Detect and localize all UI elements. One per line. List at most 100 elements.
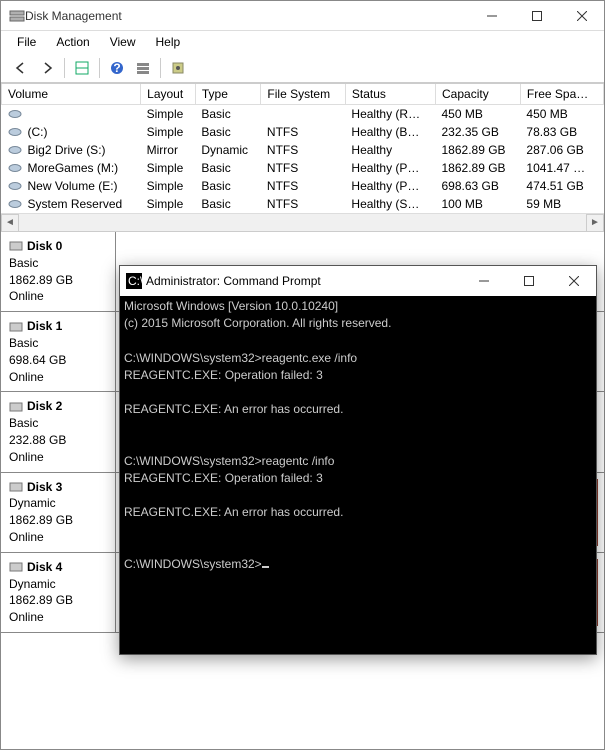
menu-file[interactable]: File [9, 33, 44, 51]
volume-status: Healthy (R… [345, 105, 435, 124]
toolbar: ? [1, 53, 604, 83]
disk-size: 698.64 GB [9, 352, 107, 369]
volume-row[interactable]: Big2 Drive (S:)MirrorDynamicNTFSHealthy1… [2, 141, 604, 159]
col-free[interactable]: Free Spa… [520, 84, 603, 105]
cmd-icon: C:\ [126, 273, 142, 289]
col-status[interactable]: Status [345, 84, 435, 105]
volume-icon [8, 109, 22, 119]
menu-view[interactable]: View [102, 33, 144, 51]
volume-type: Dynamic [195, 141, 261, 159]
volume-type: Basic [195, 123, 261, 141]
volume-icon [8, 199, 22, 209]
volume-name: MoreGames (M:) [22, 159, 141, 177]
disk-info[interactable]: Disk 0Basic1862.89 GBOnline [1, 232, 116, 311]
window-title: Disk Management [25, 9, 469, 23]
disk-status: Online [9, 529, 107, 546]
volume-layout: Simple [141, 123, 196, 141]
menu-action[interactable]: Action [48, 33, 97, 51]
volume-list: Volume Layout Type File System Status Ca… [1, 83, 604, 213]
disk-size: 1862.89 GB [9, 272, 107, 289]
volume-row[interactable]: New Volume (E:)SimpleBasicNTFSHealthy (P… [2, 177, 604, 195]
col-type[interactable]: Type [195, 84, 261, 105]
disk-icon [9, 481, 23, 493]
menu-help[interactable]: Help [148, 33, 189, 51]
disk-icon [9, 561, 23, 573]
disk-name: Disk 1 [27, 318, 62, 335]
disk-size: 1862.89 GB [9, 592, 107, 609]
title-bar: Disk Management [1, 1, 604, 31]
disk-name: Disk 4 [27, 559, 62, 576]
maximize-button[interactable] [514, 2, 559, 30]
volume-layout: Simple [141, 195, 196, 213]
cmd-minimize-button[interactable] [461, 267, 506, 295]
volume-row[interactable]: (C:)SimpleBasicNTFSHealthy (B…232.35 GB7… [2, 123, 604, 141]
volume-row[interactable]: SimpleBasicHealthy (R…450 MB450 MB [2, 105, 604, 124]
volume-type: Basic [195, 177, 261, 195]
volume-type: Basic [195, 159, 261, 177]
disk-info[interactable]: Disk 2Basic232.88 GBOnline [1, 392, 116, 471]
volume-type: Basic [195, 195, 261, 213]
disk-info[interactable]: Disk 4Dynamic1862.89 GBOnline [1, 553, 116, 632]
cmd-output[interactable]: Microsoft Windows [Version 10.0.10240] (… [120, 296, 596, 654]
disk-icon [9, 321, 23, 333]
command-prompt-window: C:\ Administrator: Command Prompt Micros… [119, 265, 597, 655]
disk-name: Disk 3 [27, 479, 62, 496]
cmd-maximize-button[interactable] [506, 267, 551, 295]
disk-type: Dynamic [9, 576, 107, 593]
settings-button[interactable] [166, 56, 190, 80]
svg-text:C:\: C:\ [128, 274, 142, 288]
volume-fs: NTFS [261, 141, 346, 159]
minimize-button[interactable] [469, 2, 514, 30]
volume-icon [8, 163, 22, 173]
volume-row[interactable]: MoreGames (M:)SimpleBasicNTFSHealthy (P…… [2, 159, 604, 177]
svg-text:?: ? [113, 61, 120, 75]
volume-free: 474.51 GB [520, 177, 603, 195]
disk-icon [9, 401, 23, 413]
disk-status: Online [9, 449, 107, 466]
forward-button[interactable] [35, 56, 59, 80]
disk-info[interactable]: Disk 1Basic698.64 GBOnline [1, 312, 116, 391]
volume-capacity: 1862.89 GB [436, 141, 521, 159]
help-button[interactable]: ? [105, 56, 129, 80]
disk-name: Disk 0 [27, 238, 62, 255]
view-panes-button[interactable] [70, 56, 94, 80]
volume-free: 287.06 GB [520, 141, 603, 159]
list-view-button[interactable] [131, 56, 155, 80]
back-button[interactable] [9, 56, 33, 80]
disk-status: Online [9, 369, 107, 386]
horizontal-scrollbar[interactable]: ◄ ► [1, 213, 604, 231]
disk-type: Basic [9, 335, 107, 352]
scroll-left-icon[interactable]: ◄ [1, 214, 19, 232]
volume-layout: Simple [141, 177, 196, 195]
menu-bar: File Action View Help [1, 31, 604, 53]
scroll-right-icon[interactable]: ► [586, 214, 604, 232]
volume-icon [8, 127, 22, 137]
volume-name: (C:) [22, 123, 141, 141]
volume-capacity: 232.35 GB [436, 123, 521, 141]
volume-fs: NTFS [261, 195, 346, 213]
col-layout[interactable]: Layout [141, 84, 196, 105]
volume-status: Healthy (P… [345, 159, 435, 177]
col-volume[interactable]: Volume [2, 84, 141, 105]
close-button[interactable] [559, 2, 604, 30]
volume-free: 1041.47 … [520, 159, 603, 177]
disk-status: Online [9, 288, 107, 305]
disk-status: Online [9, 609, 107, 626]
volume-capacity: 698.63 GB [436, 177, 521, 195]
volume-status: Healthy (S… [345, 195, 435, 213]
volume-layout: Simple [141, 105, 196, 124]
volume-row[interactable]: System ReservedSimpleBasicNTFSHealthy (S… [2, 195, 604, 213]
col-capacity[interactable]: Capacity [436, 84, 521, 105]
volume-layout: Simple [141, 159, 196, 177]
disk-info[interactable]: Disk 3Dynamic1862.89 GBOnline [1, 473, 116, 552]
disk-management-icon [9, 8, 25, 24]
cmd-close-button[interactable] [551, 267, 596, 295]
disk-size: 1862.89 GB [9, 512, 107, 529]
volume-name: New Volume (E:) [22, 177, 141, 195]
disk-type: Basic [9, 255, 107, 272]
col-filesystem[interactable]: File System [261, 84, 346, 105]
disk-type: Basic [9, 415, 107, 432]
volume-fs: NTFS [261, 177, 346, 195]
volume-status: Healthy [345, 141, 435, 159]
volume-free: 78.83 GB [520, 123, 603, 141]
